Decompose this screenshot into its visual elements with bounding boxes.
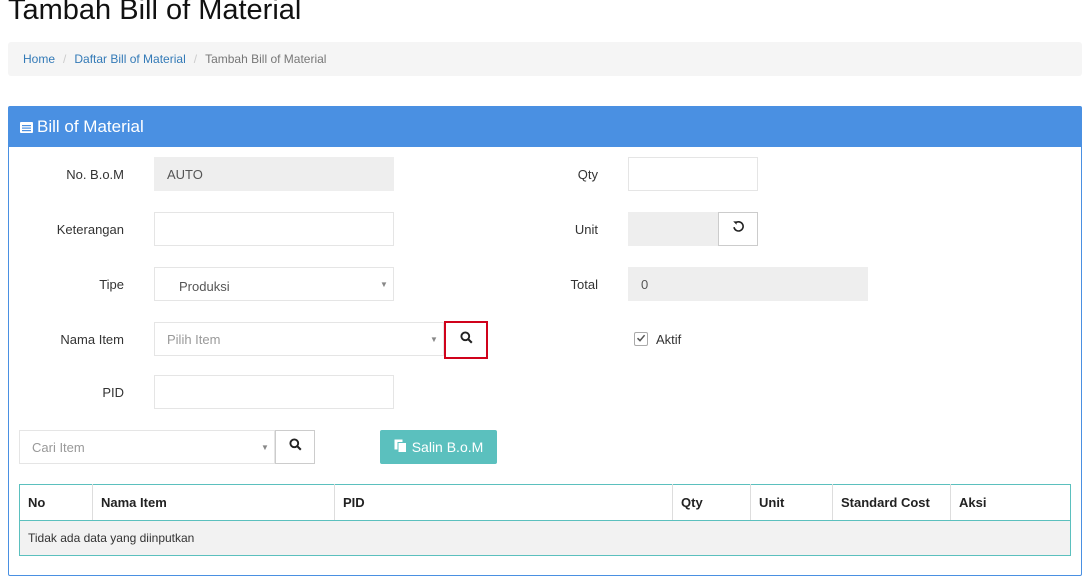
cari-item-search-button[interactable]: [275, 430, 315, 464]
column-header: Aksi: [950, 484, 1071, 521]
breadcrumb-separator: /: [63, 52, 67, 66]
search-icon: [288, 438, 302, 456]
breadcrumb: Home / Daftar Bill of Material / Tambah …: [8, 42, 1082, 76]
no-bom-field: AUTO: [154, 157, 394, 191]
breadcrumb-daftar-bom[interactable]: Daftar Bill of Material: [74, 52, 185, 66]
column-header: Nama Item: [92, 484, 335, 521]
nama-item-placeholder: Pilih Item: [167, 331, 221, 347]
search-item-button[interactable]: [444, 321, 488, 359]
pid-input[interactable]: [154, 375, 394, 409]
cari-item-placeholder: Cari Item: [32, 439, 85, 455]
nama-item-label: Nama Item: [60, 332, 124, 347]
nama-item-select[interactable]: Pilih Item ▼: [154, 322, 444, 356]
checkmark-icon: [636, 330, 646, 348]
search-icon: [459, 331, 473, 349]
tipe-value: Produksi: [179, 278, 230, 294]
column-header: Standard Cost: [832, 484, 951, 521]
column-header: Unit: [750, 484, 833, 521]
pid-label: PID: [102, 385, 124, 400]
copy-icon: [394, 439, 407, 456]
tipe-select[interactable]: Produksi ▼: [154, 267, 394, 301]
aktif-label: Aktif: [656, 332, 682, 347]
salin-bom-button[interactable]: Salin B.o.M: [380, 430, 497, 464]
refresh-icon: [732, 220, 745, 238]
keterangan-input[interactable]: [154, 212, 394, 246]
total-field: 0: [628, 267, 868, 301]
table-row: Tidak ada data yang diinputkan: [19, 520, 1071, 556]
breadcrumb-home[interactable]: Home: [23, 52, 55, 66]
panel-heading: Bill of Material: [9, 107, 1081, 147]
unit-field: [628, 212, 720, 246]
aktif-checkbox[interactable]: [634, 332, 648, 346]
salin-bom-label: Salin B.o.M: [411, 439, 484, 455]
breadcrumb-current: Tambah Bill of Material: [205, 52, 327, 66]
table-header-row: No Nama Item PID Qty Unit Standard Cost …: [19, 484, 1071, 521]
qty-label: Qty: [577, 167, 598, 182]
unit-label: Unit: [574, 222, 598, 237]
chevron-down-icon: ▼: [430, 334, 438, 344]
refresh-unit-button[interactable]: [718, 212, 758, 246]
total-label: Total: [570, 277, 598, 292]
column-header: No: [19, 484, 93, 521]
empty-message: Tidak ada data yang diinputkan: [19, 520, 1071, 556]
list-icon: [20, 121, 33, 133]
column-header: PID: [334, 484, 673, 521]
cari-item-select[interactable]: Cari Item ▼: [19, 430, 275, 464]
chevron-down-icon: ▼: [261, 442, 269, 452]
tipe-label: Tipe: [99, 277, 124, 292]
qty-input[interactable]: [628, 157, 758, 191]
chevron-down-icon: ▼: [380, 279, 388, 289]
items-table: No Nama Item PID Qty Unit Standard Cost …: [19, 484, 1071, 556]
column-header: Qty: [672, 484, 751, 521]
page-title: Tambah Bill of Material: [8, 0, 302, 26]
keterangan-label: Keterangan: [56, 222, 124, 237]
no-bom-label: No. B.o.M: [66, 167, 124, 182]
panel-title: Bill of Material: [37, 117, 144, 136]
breadcrumb-separator: /: [193, 52, 198, 66]
